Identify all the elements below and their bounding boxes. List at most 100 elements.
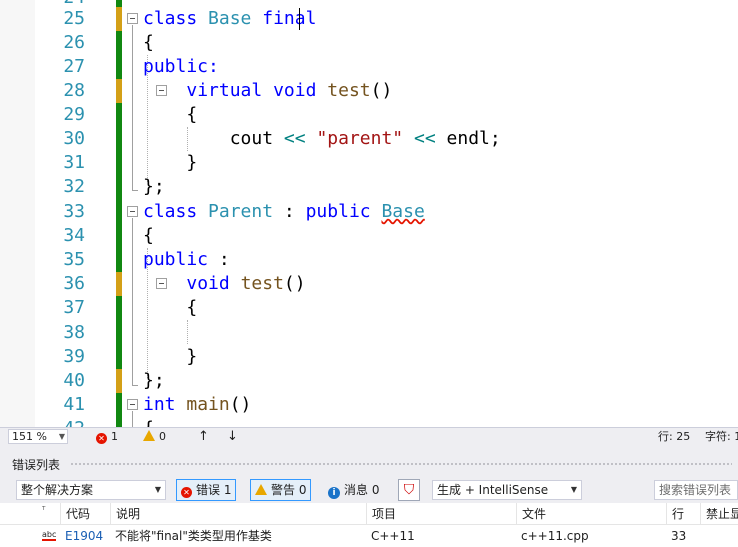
warning-icon bbox=[143, 430, 155, 441]
warnings-filter-button[interactable]: 警告 0 bbox=[250, 479, 312, 501]
panel-grip[interactable] bbox=[70, 462, 732, 467]
line-number: 31 bbox=[63, 152, 85, 173]
indent-guide bbox=[187, 320, 188, 344]
keyword: class bbox=[143, 8, 198, 29]
line-number: 42 bbox=[40, 417, 85, 427]
change-bar bbox=[116, 272, 122, 296]
keyword: class bbox=[143, 201, 198, 222]
fold-guide bbox=[132, 218, 133, 385]
error-squiggle-base[interactable]: Base bbox=[381, 201, 424, 222]
code-line-42[interactable]: { bbox=[143, 417, 154, 427]
info-icon: i bbox=[328, 487, 340, 499]
search-input[interactable]: 搜索错误列表 bbox=[654, 480, 738, 500]
build-source-value: 生成 + IntelliSense bbox=[437, 483, 549, 497]
line-number: 39 bbox=[63, 346, 85, 367]
identifier: cout bbox=[229, 128, 274, 149]
build-source-select[interactable]: 生成 + IntelliSense ▼ bbox=[432, 480, 582, 500]
line-number: 30 bbox=[63, 128, 85, 149]
chevron-down-icon: ▼ bbox=[570, 485, 577, 494]
code-line-37[interactable]: { bbox=[143, 296, 197, 320]
code-line-41[interactable]: int main() bbox=[143, 393, 251, 417]
previous-issue-button[interactable]: ↑ bbox=[198, 430, 209, 444]
code-line-40[interactable]: }; bbox=[143, 369, 165, 393]
line-number: 26 bbox=[63, 32, 85, 53]
filter-icon[interactable]: ⛉ bbox=[398, 479, 420, 501]
code-line-27[interactable]: public: bbox=[143, 55, 219, 79]
keyword: public bbox=[305, 201, 371, 222]
line-indicator: 行: 25 bbox=[658, 430, 691, 443]
error-list-toolbar: 整个解决方案 ▼ ✕ 错误 1 警告 0 i 消息 0 ⛉ 生成 + IntelliS… bbox=[0, 478, 738, 502]
line-number: 37 bbox=[63, 297, 85, 318]
code-line-26[interactable]: { bbox=[143, 31, 154, 55]
brace: { bbox=[186, 104, 198, 125]
collapse-icon[interactable] bbox=[127, 399, 138, 410]
column-description[interactable]: 说明 bbox=[110, 503, 366, 525]
change-bar bbox=[116, 103, 122, 272]
brace: } bbox=[186, 152, 198, 173]
code-editor[interactable]: 24 25 26 27 28 29 30 31 32 33 34 35 36 3… bbox=[0, 0, 738, 427]
chevron-down-icon: ▼ bbox=[154, 485, 161, 494]
zoom-select[interactable]: 151 % ▼ bbox=[8, 429, 68, 444]
editor-status-bar: 151 % ▼ ✕ 1 0 ↑ ↓ 行: 25 字符: 1 bbox=[0, 427, 738, 445]
warning-count[interactable]: 0 bbox=[143, 430, 166, 444]
line-number: 38 bbox=[63, 322, 85, 343]
collapse-icon[interactable] bbox=[127, 206, 138, 217]
code-line-28[interactable]: virtual void test() bbox=[143, 79, 392, 103]
parens: () bbox=[370, 80, 393, 101]
code-line-33[interactable]: class Parent : public Base bbox=[143, 200, 425, 224]
line-number: 25 bbox=[63, 8, 85, 29]
column-line[interactable]: 行 bbox=[666, 503, 700, 525]
line-number: 29 bbox=[63, 104, 85, 125]
error-count[interactable]: ✕ 1 bbox=[96, 430, 118, 444]
class-name: Base bbox=[208, 8, 252, 29]
line-number: 27 bbox=[63, 56, 85, 77]
code-line-32[interactable]: }; bbox=[143, 175, 165, 199]
sort-icon: ᵀ bbox=[42, 506, 46, 516]
error-count-value: 1 bbox=[111, 430, 118, 443]
errors-filter-label: 错误 1 bbox=[196, 483, 232, 497]
operator: << bbox=[283, 128, 306, 149]
error-code[interactable]: E1904 bbox=[60, 525, 110, 547]
keyword: int bbox=[143, 394, 176, 415]
line-number: 41 bbox=[63, 394, 85, 415]
error-icon: ✕ bbox=[181, 487, 192, 498]
next-issue-button[interactable]: ↓ bbox=[227, 430, 238, 444]
errors-filter-button[interactable]: ✕ 错误 1 bbox=[176, 479, 237, 501]
warnings-filter-label: 警告 0 bbox=[271, 483, 307, 497]
fold-guide bbox=[132, 25, 133, 190]
line-number: 35 bbox=[63, 249, 85, 270]
error-file: c++11.cpp bbox=[521, 529, 589, 543]
messages-filter-button[interactable]: i 消息 0 bbox=[323, 479, 384, 501]
code-line-25[interactable]: class Base final bbox=[143, 7, 316, 31]
column-suppression[interactable]: 禁止显示状态 bbox=[700, 503, 738, 525]
fold-guide bbox=[132, 411, 133, 427]
fold-guide bbox=[132, 190, 138, 191]
code-line-34[interactable]: { bbox=[143, 224, 154, 248]
column-file[interactable]: 文件 bbox=[516, 503, 666, 525]
code-line-30[interactable]: cout << "parent" << endl; bbox=[143, 127, 501, 151]
keyword: void bbox=[186, 273, 230, 294]
code-line-36[interactable]: void test() bbox=[143, 272, 305, 296]
column-project[interactable]: 项目 bbox=[366, 503, 516, 525]
fold-guide bbox=[132, 385, 138, 386]
change-bar bbox=[116, 0, 122, 7]
table-row[interactable]: abc E1904 不能将"final"类类型用作基类 C++11 c++11.… bbox=[0, 525, 738, 547]
column-icon[interactable]: ᵀ bbox=[0, 503, 60, 525]
keyword: void bbox=[273, 80, 317, 101]
text-caret bbox=[299, 8, 300, 30]
code-line-35[interactable]: public : bbox=[143, 248, 230, 272]
function-name: test bbox=[327, 80, 371, 101]
warning-count-value: 0 bbox=[159, 430, 166, 443]
code-line-29[interactable]: { bbox=[143, 103, 197, 127]
error-grid-header: ᵀ 代码 说明 项目 文件 行 禁止显示状态 bbox=[0, 503, 738, 525]
line-number: 32 bbox=[63, 176, 85, 197]
column-code[interactable]: 代码 bbox=[60, 503, 110, 525]
change-bar bbox=[116, 393, 122, 427]
code-line-39[interactable]: } bbox=[143, 345, 197, 369]
collapse-icon[interactable] bbox=[127, 13, 138, 24]
scope-select[interactable]: 整个解决方案 ▼ bbox=[16, 480, 166, 500]
line-number: 28 bbox=[63, 80, 85, 101]
code-line-31[interactable]: } bbox=[143, 151, 197, 175]
line-number: 36 bbox=[63, 273, 85, 294]
change-bar bbox=[116, 31, 122, 79]
